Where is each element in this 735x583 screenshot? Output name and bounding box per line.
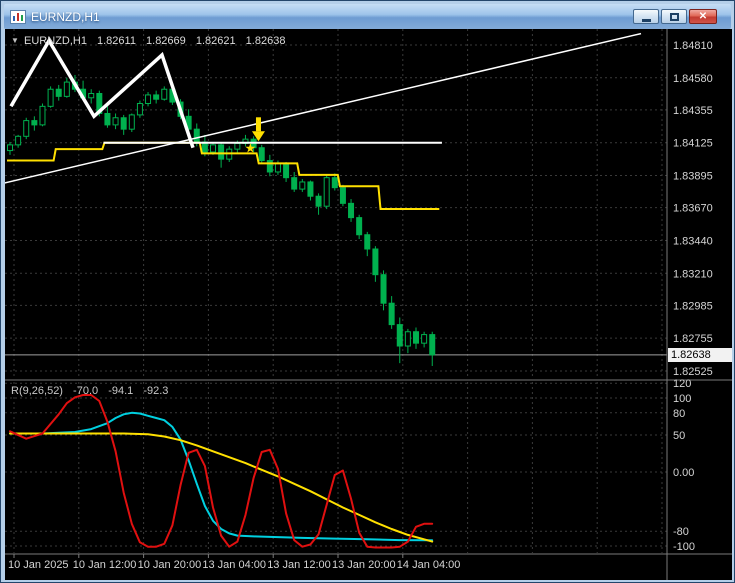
- indicator-value-1: -70.0: [73, 385, 99, 397]
- window-controls: ✕: [633, 9, 717, 24]
- info-open: 1.82611: [97, 35, 136, 47]
- chart-window: EURNZD,H1 ✕ ★ 1.84810 1.84580 1.84355 1.8412…: [0, 0, 735, 583]
- indicator-pane: [5, 382, 667, 553]
- window-title: EURNZD,H1: [31, 9, 100, 24]
- price-axis[interactable]: [667, 29, 732, 554]
- down-arrow-marker: [255, 117, 261, 132]
- info-high: 1.82669: [146, 35, 186, 47]
- info-low: 1.82621: [195, 35, 236, 47]
- indicator-label: R(9,26,52) -70.0 -94.1 -92.3: [11, 385, 175, 397]
- close-button[interactable]: ✕: [689, 9, 717, 24]
- r-fast-red: [9, 394, 434, 549]
- current-price-badge: 1.82638: [668, 348, 732, 362]
- r-signal-yellow: [9, 432, 434, 543]
- info-symbol: EURNZD,H1: [23, 35, 87, 47]
- titlebar[interactable]: EURNZD,H1 ✕: [4, 4, 731, 29]
- chart-app-icon: [10, 9, 26, 24]
- minimize-icon: [641, 18, 651, 22]
- close-icon: ✕: [698, 10, 708, 22]
- chart-client-area: ★ 1.84810 1.84580 1.84355 1.84125 1.83895 1.83…: [5, 29, 732, 580]
- minimize-button[interactable]: [633, 9, 659, 24]
- ohlc-info-line: ▼ EURNZD,H1 1.82611 1.82669 1.82621 1.82…: [11, 35, 292, 47]
- info-close: 1.82638: [245, 35, 286, 47]
- indicator-value-3: -92.3: [143, 385, 169, 397]
- star-marker: ★: [245, 141, 257, 156]
- indicator-name: R(9,26,52): [11, 385, 63, 397]
- price-direction-icon: ▼: [11, 36, 19, 45]
- indicator-value-2: -94.1: [108, 385, 134, 397]
- main-pane: ★: [5, 29, 667, 379]
- chart-canvas[interactable]: ★1.848101.845801.843551.841251.838951.83…: [5, 29, 732, 580]
- r-slow-cyan: [9, 411, 434, 542]
- time-axis[interactable]: [5, 554, 732, 580]
- maximize-icon: [669, 12, 679, 21]
- maximize-button[interactable]: [661, 9, 687, 24]
